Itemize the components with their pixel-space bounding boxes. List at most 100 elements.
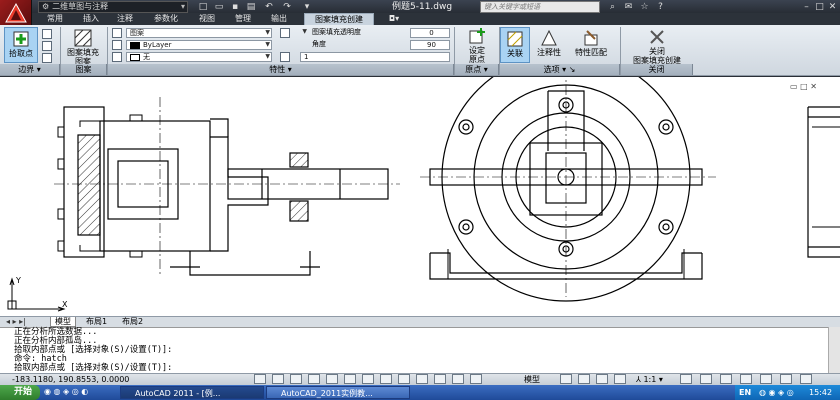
match-properties-icon bbox=[582, 29, 600, 47]
tab-layout2[interactable]: 布局2 bbox=[118, 317, 147, 327]
object-snap-icon[interactable] bbox=[326, 374, 338, 384]
background-color-select[interactable]: 无 ▼ bbox=[126, 52, 272, 62]
recreate-boundary-icon[interactable] bbox=[42, 53, 52, 63]
match-properties-button[interactable]: 特性匹配 bbox=[568, 27, 614, 63]
command-prompt[interactable]: 拾取内部点或 [选择对象(S)/设置(T)]: bbox=[0, 364, 840, 373]
tab-output[interactable]: 输出 bbox=[264, 13, 294, 25]
redo-icon[interactable]: ↷ bbox=[280, 1, 294, 13]
viewport-controls[interactable]: ▭ □ ✕ bbox=[790, 82, 817, 91]
remove-boundaries-icon[interactable] bbox=[42, 41, 52, 51]
background-color-icon bbox=[112, 52, 122, 62]
tab-hatch-creation[interactable]: 图案填充创建 bbox=[304, 13, 374, 25]
quick-launch-icons[interactable]: ◉ ◍ ◈ ◎ ◐ bbox=[44, 387, 114, 398]
tab-insert[interactable]: 插入 bbox=[76, 13, 106, 25]
group-label-origin[interactable]: 原点 ▾ bbox=[455, 64, 499, 75]
group-label-boundary[interactable]: 边界 ▾ bbox=[0, 64, 60, 75]
3d-object-snap-icon[interactable] bbox=[344, 374, 356, 384]
isolate-objects-icon[interactable] bbox=[760, 374, 772, 384]
set-origin-button[interactable]: 设定 原点 bbox=[460, 27, 494, 64]
transparency-label: 图案填充透明度 bbox=[312, 28, 361, 36]
system-tray: EN ◍ ◉ ◈ ◎ 15:42 bbox=[735, 385, 840, 400]
help-icon[interactable]: ? bbox=[654, 1, 667, 13]
clean-screen-icon[interactable] bbox=[800, 374, 812, 384]
print-icon[interactable]: ▤ bbox=[244, 1, 258, 13]
hardware-acceleration-icon[interactable] bbox=[740, 374, 752, 384]
tab-manage[interactable]: 管理 bbox=[228, 13, 258, 25]
quick-properties-icon[interactable] bbox=[452, 374, 464, 384]
pick-point-button[interactable]: 拾取点 bbox=[4, 27, 38, 63]
taskbar-item-tutorial[interactable]: AutoCAD_2011实例教... bbox=[266, 386, 410, 399]
document-title: 例题5-11.dwg bbox=[392, 2, 453, 12]
close-icon[interactable]: ✕ bbox=[826, 1, 839, 13]
transparency-dropdown[interactable]: ▼ bbox=[294, 28, 308, 38]
ducs-icon[interactable] bbox=[380, 374, 392, 384]
transparency-value-field[interactable]: 0 bbox=[410, 28, 450, 38]
lineweight-icon[interactable] bbox=[416, 374, 428, 384]
search-input[interactable]: 键入关键字或短语 bbox=[480, 1, 600, 13]
maximize-icon[interactable]: □ bbox=[813, 1, 826, 13]
no-color-swatch bbox=[130, 53, 140, 61]
hatch-type-select[interactable]: 图案 ▼ bbox=[126, 28, 272, 38]
selection-cycling-icon[interactable] bbox=[470, 374, 482, 384]
new-icon[interactable]: □ bbox=[196, 1, 210, 13]
tab-home[interactable]: 常用 bbox=[40, 13, 70, 25]
annotative-button[interactable]: 注释性 bbox=[532, 27, 566, 63]
scale-value-field[interactable]: 1 bbox=[300, 52, 450, 62]
start-button[interactable]: 开始 bbox=[0, 385, 40, 400]
group-label-options[interactable]: 选项 ▾ ↘ bbox=[500, 64, 620, 75]
tray-icons[interactable]: ◍ ◉ ◈ ◎ bbox=[759, 385, 794, 400]
quick-view-layouts-icon[interactable] bbox=[560, 374, 572, 384]
communication-center-icon[interactable]: ✉ bbox=[622, 1, 635, 13]
associative-button[interactable]: 关联 bbox=[500, 27, 530, 63]
layout-nav-icon[interactable]: ◂ ▸ ▸| bbox=[2, 317, 30, 327]
group-label-pattern: 图案 bbox=[61, 64, 107, 75]
tab-model[interactable]: 模型 bbox=[50, 317, 76, 327]
ribbon-minimize-icon[interactable]: ◘▾ bbox=[384, 13, 404, 25]
command-history-line: 正在分析所选数据... bbox=[14, 327, 98, 337]
dynamic-input-icon[interactable] bbox=[398, 374, 410, 384]
chevron-down-icon: ▾ bbox=[180, 2, 185, 11]
quick-view-drawings-icon[interactable] bbox=[578, 374, 590, 384]
pan-icon[interactable] bbox=[596, 374, 608, 384]
scale-icon bbox=[280, 52, 290, 62]
workspace-switching-icon[interactable] bbox=[700, 374, 712, 384]
taskbar-item-autocad[interactable]: AutoCAD 2011 - [例... bbox=[120, 386, 264, 399]
otrack-icon[interactable] bbox=[362, 374, 374, 384]
close-hatch-creation-button[interactable]: 关闭 图案填充创建 bbox=[624, 27, 690, 65]
snap-mode-icon[interactable] bbox=[254, 374, 266, 384]
language-indicator[interactable]: EN bbox=[739, 385, 751, 400]
save-icon[interactable]: ▪ bbox=[228, 1, 242, 13]
tab-parametric[interactable]: 参数化 bbox=[146, 13, 186, 25]
hatch-pattern-button[interactable]: 图案填充 图案 bbox=[62, 27, 104, 66]
grid-display-icon[interactable] bbox=[272, 374, 284, 384]
lock-icon[interactable] bbox=[720, 374, 732, 384]
tab-annotate[interactable]: 注释 bbox=[110, 13, 140, 25]
hatch-pattern-icon bbox=[74, 29, 92, 47]
select-objects-icon[interactable] bbox=[42, 29, 52, 39]
qat-more-icon[interactable]: ▾ bbox=[300, 1, 314, 13]
angle-value-field[interactable]: 90 bbox=[410, 40, 450, 50]
minimize-icon[interactable]: – bbox=[800, 1, 813, 13]
search-icon[interactable]: ⌕ bbox=[606, 1, 619, 13]
polar-tracking-icon[interactable] bbox=[308, 374, 320, 384]
annotation-visibility-icon[interactable] bbox=[680, 374, 692, 384]
hatch-color-icon bbox=[112, 40, 122, 50]
drawing-canvas[interactable]: Y X bbox=[0, 77, 840, 317]
hatch-color-select[interactable]: ByLayer ▼ bbox=[126, 40, 272, 50]
zoom-icon[interactable] bbox=[614, 374, 626, 384]
annotation-scale[interactable]: ⅄ 1:1 ▾ bbox=[636, 374, 663, 385]
application-menu-button[interactable] bbox=[0, 0, 32, 26]
model-space-toggle[interactable]: 模型 bbox=[524, 374, 540, 385]
workspace-dropdown[interactable]: ⚙ 二维草图与注释 ▾ bbox=[38, 1, 188, 13]
status-bar-menu-icon[interactable] bbox=[780, 374, 792, 384]
command-scrollbar[interactable] bbox=[828, 327, 840, 373]
tab-view[interactable]: 视图 bbox=[192, 13, 222, 25]
favorites-icon[interactable]: ☆ bbox=[638, 1, 651, 13]
transparency-toggle-icon[interactable] bbox=[434, 374, 446, 384]
tab-layout1[interactable]: 布局1 bbox=[82, 317, 111, 327]
open-icon[interactable]: ▭ bbox=[212, 1, 226, 13]
group-label-properties[interactable]: 特性 ▾ bbox=[108, 64, 454, 75]
command-line[interactable]: 正在分析所选数据... 正在分析内部孤岛... 拾取内部点或 [选择对象(S)/… bbox=[0, 327, 840, 373]
ortho-mode-icon[interactable] bbox=[290, 374, 302, 384]
undo-icon[interactable]: ↶ bbox=[262, 1, 276, 13]
